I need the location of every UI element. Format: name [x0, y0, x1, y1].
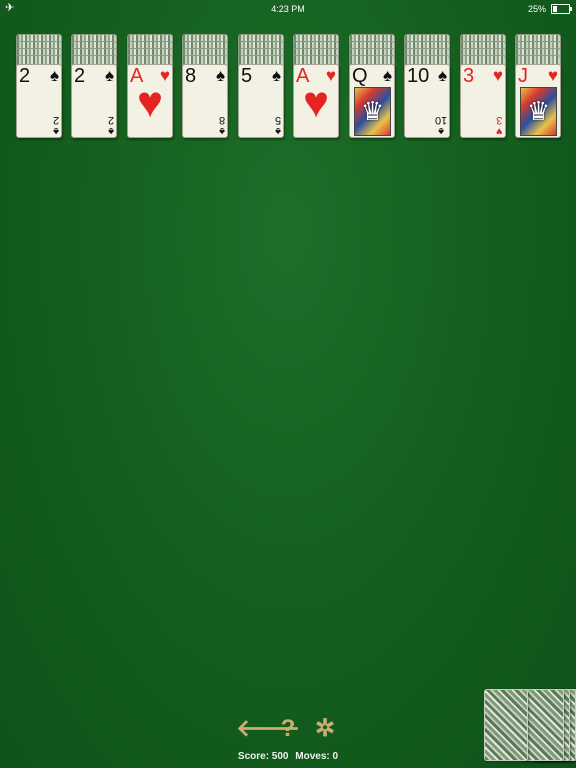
card-corner: ♠ 2: [52, 114, 59, 137]
playing-card[interactable]: 8 ♠ ♠ 8: [182, 64, 228, 138]
card-rank: 3: [463, 65, 475, 87]
suit-icon: ♠: [382, 66, 392, 85]
card-rank: 5: [241, 65, 253, 87]
suit-icon: ♠: [215, 66, 225, 85]
court-figure: ♛: [520, 87, 557, 136]
suit-icon: ♥: [302, 78, 330, 127]
playing-card[interactable]: 2 ♠ ♠ 2: [16, 64, 62, 138]
suit-icon: ♠: [271, 66, 281, 85]
court-figure: ♛: [354, 87, 391, 136]
playing-card[interactable]: Q ♠ ♛: [349, 64, 395, 138]
flower-settings-icon[interactable]: ✲: [310, 714, 340, 744]
card-corner: ♥ 3: [496, 114, 503, 137]
card-rank: 2: [19, 65, 31, 87]
playing-card[interactable]: 2 ♠ ♠ 2: [71, 64, 117, 138]
battery-icon: [551, 4, 572, 14]
battery-percent: 25%: [527, 4, 546, 14]
playing-card[interactable]: A ♥ ♥: [293, 64, 339, 138]
suit-icon: ♠: [104, 66, 114, 85]
card-corner: ♠ 8: [218, 114, 225, 137]
stock-pile[interactable]: [484, 689, 576, 761]
card-corner: ♠ 2: [107, 114, 114, 137]
playing-card[interactable]: 10 ♠ ♠ 10: [404, 64, 450, 138]
playing-card[interactable]: A ♥ ♥: [127, 64, 173, 138]
suit-icon: ♥: [492, 66, 503, 85]
playing-card[interactable]: 3 ♥ ♥ 3: [460, 64, 506, 138]
suit-icon: ♥: [136, 78, 164, 127]
card-corner: ♠ 5: [274, 114, 281, 137]
playing-card[interactable]: J ♥ ♛: [515, 64, 561, 138]
card-rank: 8: [185, 65, 197, 87]
suit-icon: ♠: [49, 66, 59, 85]
suit-icon: ♥: [547, 66, 558, 85]
card-rank: Q: [352, 65, 368, 87]
help-icon[interactable]: ?: [273, 714, 303, 744]
card-rank: 10: [407, 65, 430, 87]
moves-label: Moves: 0: [295, 751, 339, 762]
card-rank: J: [518, 65, 528, 87]
card-back-icon: [484, 689, 528, 761]
undo-arrow-icon[interactable]: 🡐: [236, 714, 300, 744]
status-bar: ✈ 4:23 PM 25%: [0, 0, 576, 18]
score-label: Score: 500: [237, 751, 289, 762]
card-corner: ♠ 10: [434, 114, 447, 137]
status-time: 4:23 PM: [271, 4, 305, 14]
card-rank: 2: [74, 65, 86, 87]
suit-icon: ♠: [437, 66, 447, 85]
playing-card[interactable]: 5 ♠ ♠ 5: [238, 64, 284, 138]
